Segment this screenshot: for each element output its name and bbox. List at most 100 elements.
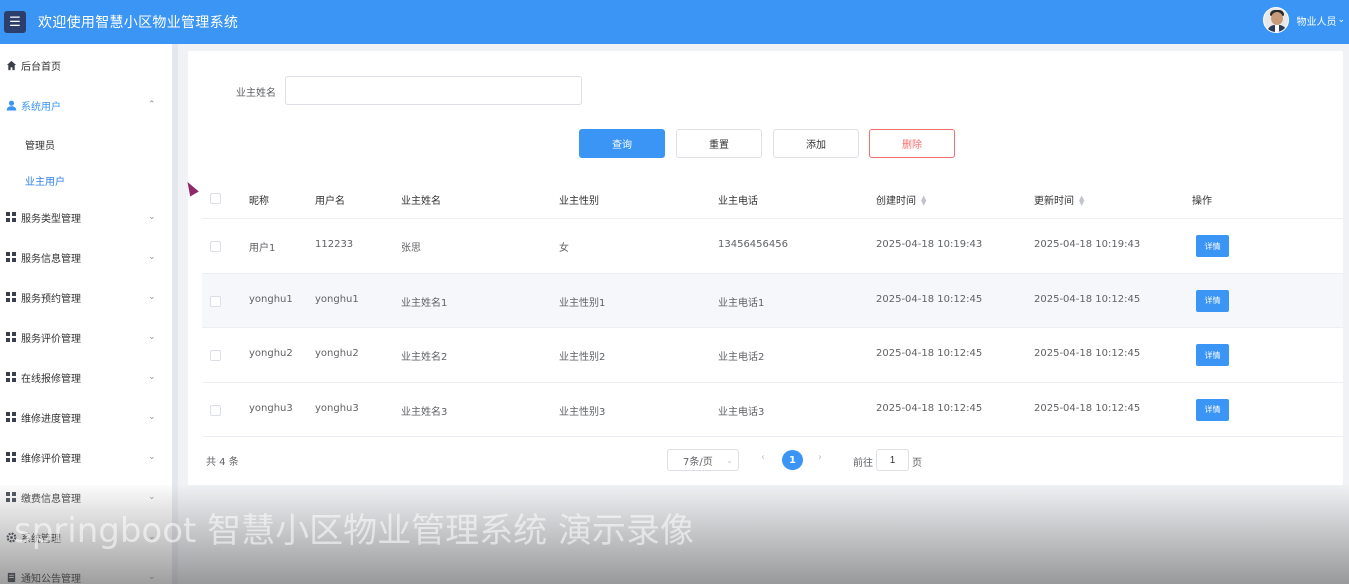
- user-menu[interactable]: 物业人员 ⌄: [1263, 7, 1345, 33]
- select-all-checkbox[interactable]: [210, 193, 221, 204]
- sidebar-item-system-manage[interactable]: 系统管理 ⌄: [0, 525, 172, 549]
- cell-username: 112233: [315, 239, 354, 250]
- grid-icon: [5, 291, 17, 303]
- cell-owner-phone: 业主电话2: [718, 352, 765, 363]
- table-row: 用户1 112233 张思 女 13456456456 2025-04-18 1…: [202, 219, 1343, 274]
- sidebar-item-repair-review[interactable]: 维修评价管理 ⌄: [0, 445, 172, 469]
- query-button[interactable]: 查询: [579, 129, 665, 158]
- column-header: 操作: [1192, 196, 1212, 207]
- cell-username: yonghu1: [315, 293, 359, 305]
- user-icon: [5, 99, 17, 111]
- avatar[interactable]: [1263, 7, 1290, 33]
- chevron-down-icon[interactable]: ⌄: [1337, 15, 1345, 25]
- cell-owner-gender: 女: [559, 243, 569, 254]
- page-number-current[interactable]: 1: [782, 450, 803, 470]
- column-header-label: 更新时间: [1034, 196, 1074, 207]
- row-checkbox[interactable]: [210, 241, 221, 252]
- goto-label: 前往: [853, 458, 873, 469]
- chevron-down-icon: ⌄: [148, 212, 156, 222]
- hamburger-icon[interactable]: ☰: [4, 11, 26, 33]
- user-role-label[interactable]: 物业人员: [1296, 13, 1336, 28]
- row-checkbox[interactable]: [210, 404, 221, 416]
- goto-unit-label: 页: [912, 458, 922, 469]
- cell-nickname: yonghu1: [249, 293, 293, 305]
- detail-button[interactable]: 详情: [1196, 289, 1229, 312]
- sidebar-item-home[interactable]: 后台首页: [0, 53, 172, 77]
- cell-created-time: 2025-04-18 10:12:45: [876, 348, 983, 359]
- cell-owner-phone: 业主电话3: [718, 406, 765, 418]
- grid-icon: [5, 411, 17, 423]
- cell-owner-gender: 业主性别3: [559, 406, 606, 418]
- chevron-down-icon: ⌄: [148, 332, 156, 342]
- sidebar-item-repair-progress[interactable]: 维修进度管理 ⌄: [0, 405, 172, 429]
- column-header-label: 创建时间: [876, 196, 916, 207]
- sidebar-item-label: 服务评价管理: [21, 333, 81, 345]
- sidebar-item-payment-info[interactable]: 缴费信息管理 ⌄: [0, 485, 172, 509]
- page-size-value: 7条/页: [683, 456, 713, 468]
- app-title: 欢迎使用智慧小区物业管理系统: [38, 15, 239, 31]
- grid-icon: [5, 371, 17, 383]
- prev-page-icon[interactable]: ‹: [761, 452, 765, 463]
- row-checkbox[interactable]: [210, 295, 221, 307]
- cell-created-time: 2025-04-18 10:12:45: [876, 293, 983, 305]
- delete-button[interactable]: 删除: [869, 129, 955, 158]
- sidebar-item-label: 缴费信息管理: [21, 493, 81, 505]
- sidebar-item-service-types[interactable]: 服务类型管理 ⌄: [0, 205, 172, 229]
- sidebar-subitem-owner-users[interactable]: 业主用户: [25, 173, 65, 188]
- chevron-down-icon: ⌄: [726, 455, 733, 465]
- video-overlay: [0, 485, 1349, 584]
- sidebar-scrollbar[interactable]: [172, 44, 178, 584]
- sidebar-item-label: 服务类型管理: [21, 213, 81, 225]
- sidebar-item-label: 服务信息管理: [21, 253, 81, 265]
- cell-username: yonghu2: [315, 348, 359, 359]
- cell-username: yonghu3: [315, 402, 359, 414]
- cell-owner-gender: 业主性别1: [559, 297, 606, 309]
- sidebar-item-notices[interactable]: 通知公告管理 ⌄: [0, 565, 172, 584]
- detail-button[interactable]: 详情: [1196, 235, 1229, 257]
- table-row: yonghu1 yonghu1 业主姓名1 业主性别1 业主电话1 2025-0…: [202, 273, 1343, 328]
- cell-owner-name: 业主姓名1: [401, 297, 448, 309]
- cell-updated-time: 2025-04-18 10:12:45: [1034, 293, 1141, 305]
- detail-button[interactable]: 详情: [1196, 344, 1229, 366]
- chevron-down-icon: ⌄: [148, 412, 156, 422]
- cell-nickname: yonghu2: [249, 348, 293, 359]
- cell-created-time: 2025-04-18 10:19:43: [876, 239, 983, 250]
- cell-owner-name: 张思: [401, 243, 421, 254]
- cell-updated-time: 2025-04-18 10:12:45: [1034, 402, 1141, 414]
- sidebar-item-label: 通知公告管理: [21, 573, 81, 584]
- cell-owner-name: 业主姓名2: [401, 352, 448, 363]
- sidebar-item-online-repair[interactable]: 在线报修管理 ⌄: [0, 365, 172, 389]
- sidebar-item-label: 系统用户: [21, 101, 61, 113]
- sidebar-item-system-users[interactable]: 系统用户 ⌃: [0, 93, 172, 117]
- column-header-created[interactable]: 创建时间 ▲ ▼: [876, 192, 926, 208]
- add-button[interactable]: 添加: [773, 129, 859, 158]
- column-header: 用户名: [315, 196, 345, 207]
- owner-name-input[interactable]: [285, 76, 582, 105]
- goto-page-input[interactable]: [876, 449, 909, 471]
- table-header: 昵称 用户名 业主姓名 业主性别 业主电话 创建时间 ▲ ▼ 更新时间 ▲ ▼ 操作: [202, 179, 1343, 219]
- page-size-select[interactable]: 7条/页 ⌄: [667, 449, 739, 471]
- row-checkbox[interactable]: [210, 350, 221, 361]
- chevron-down-icon: ⌄: [148, 292, 156, 302]
- detail-button[interactable]: 详情: [1196, 398, 1229, 421]
- cell-nickname: yonghu3: [249, 402, 293, 414]
- sidebar-item-label: 服务预约管理: [21, 293, 81, 305]
- total-count: 共 4 条: [206, 457, 239, 468]
- sidebar-item-service-booking[interactable]: 服务预约管理 ⌄: [0, 285, 172, 309]
- sidebar-item-service-info[interactable]: 服务信息管理 ⌄: [0, 245, 172, 269]
- table-row: yonghu3 yonghu3 业主姓名3 业主性别3 业主电话3 2025-0…: [202, 383, 1343, 437]
- next-page-icon[interactable]: ›: [818, 452, 822, 463]
- sort-icon[interactable]: ▲ ▼: [1079, 195, 1084, 207]
- cell-owner-name: 业主姓名3: [401, 406, 448, 418]
- reset-button[interactable]: 重置: [676, 129, 762, 158]
- chevron-down-icon: ⌄: [148, 532, 156, 542]
- sidebar-subitem-admin[interactable]: 管理员: [25, 137, 55, 152]
- sidebar-item-label: 系统管理: [21, 533, 61, 545]
- grid-icon: [5, 331, 17, 343]
- column-header-updated[interactable]: 更新时间 ▲ ▼: [1034, 192, 1084, 208]
- chevron-down-icon: ⌄: [148, 492, 156, 502]
- sidebar-item-service-review[interactable]: 服务评价管理 ⌄: [0, 325, 172, 349]
- grid-icon: [5, 451, 17, 463]
- sidebar-item-label: 后台首页: [21, 61, 61, 73]
- sort-icon[interactable]: ▲ ▼: [921, 195, 926, 207]
